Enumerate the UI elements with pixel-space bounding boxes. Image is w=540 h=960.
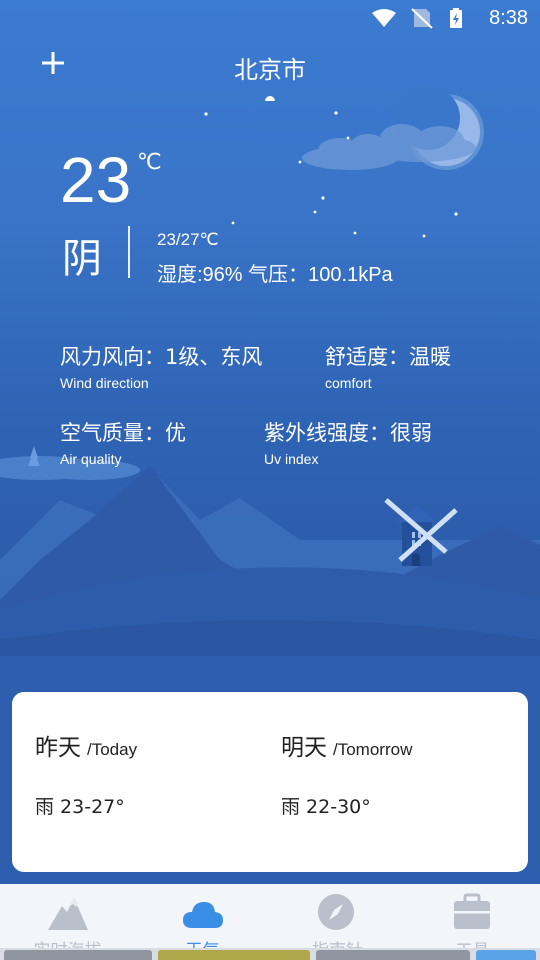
wind-info: 风力风向：1级、东风 Wind direction	[60, 341, 262, 391]
system-taskbar	[0, 948, 540, 960]
comfort-value: 舒适度：温暖	[325, 345, 451, 369]
wind-label: Wind direction	[60, 375, 149, 391]
uv-value: 紫外线强度：很弱	[264, 421, 432, 445]
forecast-day: 明天	[281, 735, 327, 761]
air-quality-info: 空气质量：优 Air quality	[60, 417, 186, 467]
taskbar-app[interactable]	[316, 950, 470, 960]
forecast-day-en: /Today	[87, 740, 138, 759]
uv-info: 紫外线强度：很弱 Uv index	[264, 417, 432, 467]
humidity-pressure: 湿度:96% 气压：100.1kPa	[157, 264, 393, 286]
forecast-weather: 雨 22-30°	[281, 796, 371, 818]
no-sim-icon	[411, 8, 433, 29]
comfort-info: 舒适度：温暖 comfort	[325, 341, 451, 391]
compass-icon	[318, 894, 354, 930]
taskbar-app[interactable]	[158, 950, 310, 960]
air-quality-label: Air quality	[60, 451, 122, 467]
taskbar-app[interactable]	[476, 950, 536, 960]
comfort-label: comfort	[325, 375, 372, 391]
temperature-range: 23/27℃	[157, 230, 219, 249]
status-time: 8:38	[489, 7, 528, 29]
forecast-weather: 雨 23-27°	[35, 796, 125, 818]
toolbox-icon	[454, 893, 490, 929]
current-temperature: 23	[60, 144, 132, 216]
status-bar: 8:38	[0, 0, 540, 36]
air-quality-value: 空气质量：优	[60, 421, 186, 445]
cloud-icon	[183, 902, 223, 928]
forecast-tomorrow: 明天/Tomorrow 雨 22-30°	[281, 728, 412, 819]
weather-condition: 阴	[62, 236, 102, 282]
status-icons	[372, 8, 462, 29]
forecast-day: 昨天	[35, 735, 81, 761]
uv-label: Uv index	[264, 451, 319, 467]
forecast-day-en: /Tomorrow	[333, 740, 413, 759]
wifi-icon	[372, 9, 396, 27]
forecast-yesterday: 昨天/Today 雨 23-27°	[35, 728, 137, 819]
wind-value: 风力风向：1级、东风	[60, 345, 263, 369]
forecast-card: 昨天/Today 雨 23-27° 明天/Tomorrow 雨 22-30°	[12, 692, 528, 872]
taskbar-app[interactable]	[4, 950, 152, 960]
page-indicator	[265, 96, 275, 101]
city-title: 北京市	[234, 56, 306, 84]
temperature-unit: ℃	[137, 150, 162, 175]
mountain-icon	[48, 898, 88, 930]
battery-charging-icon	[450, 8, 462, 28]
divider	[128, 226, 130, 278]
